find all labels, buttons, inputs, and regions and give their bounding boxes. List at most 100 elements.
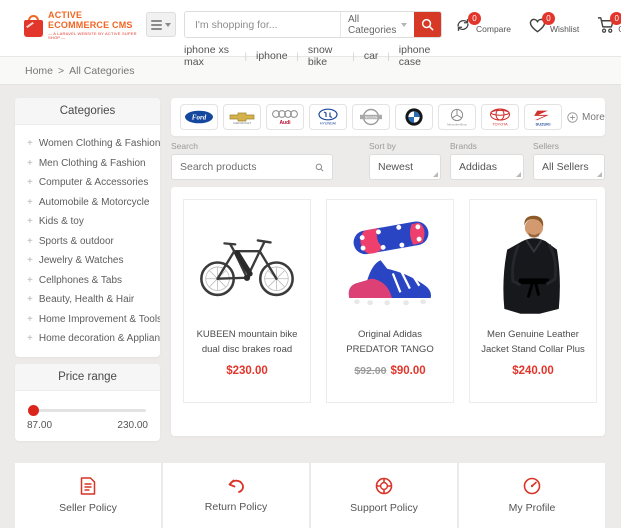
price-min-value: 87.00 [27, 420, 52, 431]
magnifier-icon [421, 18, 434, 31]
toyota-logo-icon: TOYOTA [487, 108, 513, 127]
sidebar-item-computer[interactable]: +Computer & Accessories [27, 173, 148, 193]
sidebar-item-men-clothing[interactable]: +Men Clothing & Fashion [27, 154, 148, 174]
sellers-value: All Sellers [542, 161, 589, 173]
nav-link-iphone-xs-max[interactable]: iphone xs max [184, 44, 236, 68]
nav-link-iphone[interactable]: iphone [256, 50, 288, 62]
sidebar-item-cellphones[interactable]: +Cellphones & Tabs [27, 271, 148, 291]
sidebar-item-home-decoration[interactable]: +Home decoration & Appliance [27, 329, 148, 349]
brand-mercedes-logo[interactable]: Mercedes-Benz [438, 104, 476, 130]
svg-text:HYUNDAI: HYUNDAI [320, 122, 336, 126]
breadcrumb-separator: > [58, 65, 64, 77]
brand-ford-logo[interactable]: Ford [180, 104, 218, 130]
cart-button[interactable]: 0 Cart [596, 16, 621, 35]
bicycle-image [193, 226, 301, 302]
product-image-boots [333, 208, 447, 320]
plus-icon: + [27, 216, 33, 227]
cart-count-badge: 0 [610, 12, 621, 25]
brand-audi-logo[interactable]: Audi [266, 104, 304, 130]
price-range-card: Price range 87.00 230.00 [15, 364, 160, 441]
product-title: KUBEEN mountain bike dual disc brakes ro… [190, 328, 304, 358]
product-card-adidas-boots[interactable]: Original Adidas PREDATOR TANGO Men's Foo… [326, 199, 454, 403]
sidebar-item-automobile[interactable]: +Automobile & Motorcycle [27, 193, 148, 213]
filter-sortby-label: Sort by [369, 141, 441, 151]
site-logo[interactable]: ACTIVE ECOMMERCE CMS — A LARAVEL WEBSITE… [24, 11, 142, 41]
sidebar-item-women-clothing[interactable]: +Women Clothing & Fashion [27, 134, 148, 154]
my-profile-link[interactable]: My Profile [459, 463, 605, 528]
svg-text:TOYOTA: TOYOTA [492, 122, 508, 126]
product-price: $92.00$90.00 [333, 365, 447, 377]
quick-links-nav: iphone xs max | iphone | snow bike | car… [184, 44, 442, 68]
brand-toyota-logo[interactable]: TOYOTA [481, 104, 519, 130]
product-price: $240.00 [476, 365, 590, 377]
product-card-bike[interactable]: KUBEEN mountain bike dual disc brakes ro… [183, 199, 311, 403]
logo-title: ACTIVE ECOMMERCE CMS [48, 11, 142, 31]
football-boots-image [338, 214, 442, 314]
search-input[interactable] [185, 12, 340, 37]
wishlist-count-badge: 0 [542, 12, 555, 25]
plus-icon: + [27, 314, 33, 325]
clock-icon [523, 477, 541, 495]
filter-search-input[interactable] [180, 161, 315, 173]
wishlist-button[interactable]: 0 Wishlist [528, 16, 579, 35]
brand-suzuki-logo[interactable]: SUZUKI [524, 104, 562, 130]
document-icon [80, 477, 96, 495]
header-actions: 0 Compare 0 Wishlist [454, 16, 621, 35]
brand-chevrolet-logo[interactable]: CHEVROLET [223, 104, 261, 130]
select-corner-icon [516, 172, 521, 177]
price-range-slider[interactable] [29, 409, 146, 412]
seller-policy-link[interactable]: Seller Policy [15, 463, 161, 528]
suzuki-logo-icon: SUZUKI [531, 108, 555, 127]
brands-value: Addidas [459, 161, 497, 173]
brand-nissan-logo[interactable]: NISSAN [352, 104, 390, 130]
logo-tagline: — A LARAVEL WEBSITE BY ACTIVE SUPER SHOP… [48, 32, 142, 41]
return-policy-link[interactable]: Return Policy [163, 463, 309, 528]
search-button[interactable] [414, 12, 441, 37]
categories-card: Categories +Women Clothing & Fashion +Me… [15, 98, 160, 357]
chevron-down-icon [401, 23, 407, 27]
sidebar-item-kids-toy[interactable]: +Kids & toy [27, 212, 148, 232]
product-price: $230.00 [190, 365, 304, 377]
sort-by-select[interactable]: Newest [369, 154, 441, 180]
product-card-leather-jacket[interactable]: Men Genuine Leather Jacket Stand Collar … [469, 199, 597, 403]
svg-text:Audi: Audi [279, 120, 291, 126]
brand-bmw-logo[interactable] [395, 104, 433, 130]
price-slider-handle[interactable] [28, 405, 39, 416]
filter-bar: Search Sort by Newest [171, 141, 605, 180]
brands-select[interactable]: Addidas [450, 154, 524, 180]
sidebar-item-beauty[interactable]: +Beauty, Health & Hair [27, 290, 148, 310]
products-panel: KUBEEN mountain bike dual disc brakes ro… [171, 187, 605, 436]
plus-icon: + [27, 158, 33, 169]
support-policy-link[interactable]: Support Policy [311, 463, 457, 528]
mercedes-benz-logo-icon: Mercedes-Benz [446, 108, 468, 127]
magnifier-icon [315, 162, 324, 173]
plus-icon: + [27, 236, 33, 247]
chevrolet-logo-icon: CHEVROLET [227, 109, 257, 125]
more-brands-button[interactable]: More [567, 112, 608, 123]
undo-arrow-icon [226, 478, 246, 494]
sellers-select[interactable]: All Sellers [533, 154, 605, 180]
compare-button[interactable]: 0 Compare [454, 16, 511, 35]
svg-text:NISSAN: NISSAN [365, 115, 378, 119]
sidebar-item-home-improvement[interactable]: +Home Improvement & Tools [27, 310, 148, 330]
brand-hyundai-logo[interactable]: HYUNDAI [309, 104, 347, 130]
page: ACTIVE ECOMMERCE CMS — A LARAVEL WEBSITE… [0, 0, 621, 512]
category-menu-button[interactable] [146, 12, 176, 37]
sidebar-item-sports[interactable]: +Sports & outdoor [27, 232, 148, 252]
sidebar-item-jewelry[interactable]: +Jewelry & Watches [27, 251, 148, 271]
more-brands-label: More [582, 112, 605, 123]
compare-count-badge: 0 [468, 12, 481, 25]
nav-link-iphone-case[interactable]: iphone case [399, 44, 442, 68]
svg-text:SUZUKI: SUZUKI [536, 121, 551, 126]
product-title: Men Genuine Leather Jacket Stand Collar … [476, 328, 590, 358]
sort-by-value: Newest [378, 161, 413, 173]
search-category-select[interactable]: All Categories [340, 12, 414, 37]
nav-link-car[interactable]: car [364, 50, 379, 62]
main-content: Categories +Women Clothing & Fashion +Me… [0, 85, 621, 441]
search-category-value: All Categories [348, 14, 401, 36]
select-corner-icon [597, 172, 602, 177]
nav-link-snow-bike[interactable]: snow bike [308, 44, 344, 68]
header-search-group: All Categories [184, 11, 442, 38]
breadcrumb-home[interactable]: Home [25, 65, 53, 77]
product-image-bike [190, 208, 304, 320]
